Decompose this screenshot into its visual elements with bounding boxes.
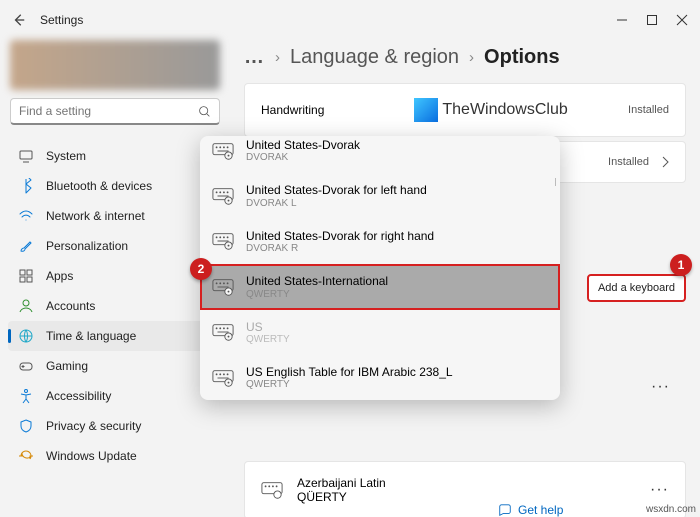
sidebar-item-label: System: [46, 149, 86, 163]
status-badge: Installed: [628, 104, 669, 116]
bluetooth-icon: [18, 178, 34, 194]
keyboard-option[interactable]: United States-Dvorak for right handDVORA…: [200, 219, 560, 264]
sidebar-item-system[interactable]: System: [8, 141, 222, 171]
keyboard-icon: [212, 142, 234, 160]
globe-icon: [18, 328, 34, 344]
keyboard-option[interactable]: United States-InternationalQWERTY: [200, 264, 560, 309]
help-icon: [498, 503, 512, 517]
sidebar-item-label: Personalization: [46, 239, 128, 253]
maximize-icon[interactable]: [646, 14, 658, 26]
sidebar-item-label: Apps: [46, 269, 73, 283]
sidebar-item-privacy-security[interactable]: Privacy & security: [8, 411, 222, 441]
sidebar-item-label: Accessibility: [46, 389, 111, 403]
keyboard-name: United States-Dvorak for left hand: [246, 183, 427, 197]
keyboard-layout: DVORAK R: [246, 243, 434, 254]
sidebar-item-time-language[interactable]: Time & language: [8, 321, 222, 351]
keyboard-layout: QWERTY: [246, 379, 453, 390]
sidebar-item-label: Network & internet: [46, 209, 145, 223]
sidebar-item-label: Gaming: [46, 359, 88, 373]
keyboard-dropdown: United States-DvorakDVORAKUnited States-…: [200, 136, 560, 400]
more-icon[interactable]: ···: [650, 481, 669, 499]
handwriting-card[interactable]: Handwriting TheWindowsClub Installed: [244, 83, 686, 137]
wifi-icon: [18, 208, 34, 224]
keyboard-name: US English Table for IBM Arabic 238_L: [246, 365, 453, 379]
card-label: Handwriting: [261, 103, 324, 117]
callout-2: 2: [190, 258, 212, 280]
keyboard-name: United States-Dvorak for right hand: [246, 229, 434, 243]
watermark-logo: TheWindowsClub: [414, 98, 567, 122]
breadcrumb-ellipsis[interactable]: …: [244, 46, 265, 69]
breadcrumb: … › Language & region › Options: [244, 46, 686, 69]
sidebar-item-accessibility[interactable]: Accessibility: [8, 381, 222, 411]
keyboard-option[interactable]: United States-Dvorak for left handDVORAK…: [200, 173, 560, 218]
back-icon[interactable]: [12, 13, 26, 27]
logo-text: TheWindowsClub: [442, 101, 567, 119]
sidebar-item-gaming[interactable]: Gaming: [8, 351, 222, 381]
scrollbar[interactable]: [555, 178, 556, 186]
sidebar-item-label: Time & language: [46, 329, 136, 343]
sidebar-item-accounts[interactable]: Accounts: [8, 291, 222, 321]
keyboard-name: US: [246, 320, 290, 334]
accessibility-icon: [18, 388, 34, 404]
watermark: wsxdn.com: [646, 504, 696, 515]
nav-list: System Bluetooth & devices Network & inter…: [8, 141, 222, 471]
keyboard-layout: QWERTY: [246, 334, 290, 345]
keyboard-icon: [212, 187, 234, 205]
chevron-right-icon: ›: [469, 49, 474, 66]
keyboard-layout: DVORAK L: [246, 198, 427, 209]
keyboard-option[interactable]: United States-DvorakDVORAK: [200, 136, 560, 173]
breadcrumb-current: Options: [484, 46, 560, 69]
chevron-right-icon: [661, 156, 669, 168]
keyboard-name: United States-Dvorak: [246, 138, 360, 152]
title-bar: Settings: [0, 0, 700, 40]
window-buttons: [616, 14, 688, 26]
add-keyboard-button[interactable]: Add a keyboard: [587, 274, 686, 302]
callout-1: 1: [670, 254, 692, 276]
update-icon: [18, 448, 34, 464]
keyboard-name: United States-International: [246, 274, 388, 288]
sidebar-item-label: Windows Update: [46, 449, 137, 463]
keyboard-icon: [212, 278, 234, 296]
more-icon[interactable]: ···: [651, 378, 670, 396]
keyboard-icon: [261, 481, 283, 499]
help-label: Get help: [518, 503, 563, 517]
minimize-icon[interactable]: [616, 14, 628, 26]
close-icon[interactable]: [676, 14, 688, 26]
keyboard-option: USQWERTY: [200, 310, 560, 355]
shield-icon: [18, 418, 34, 434]
search-icon: [198, 105, 211, 118]
search-input[interactable]: [19, 104, 198, 118]
keyboard-layout: QWERTY: [246, 289, 388, 300]
profile-blur: [10, 40, 220, 90]
keyboard-icon: [212, 232, 234, 250]
sidebar-item-label: Bluetooth & devices: [46, 179, 152, 193]
gaming-icon: [18, 358, 34, 374]
apps-icon: [18, 268, 34, 284]
sidebar-item-personalization[interactable]: Personalization: [8, 231, 222, 261]
status-badge: Installed: [608, 156, 649, 168]
keyboard-icon: [212, 369, 234, 387]
window-title: Settings: [40, 13, 616, 27]
account-icon: [18, 298, 34, 314]
sidebar-item-label: Accounts: [46, 299, 95, 313]
logo-square-icon: [414, 98, 438, 122]
get-help-link[interactable]: Get help: [498, 503, 563, 517]
sidebar-item-label: Privacy & security: [46, 419, 141, 433]
keyboard-option[interactable]: US English Table for IBM Arabic 238_LQWE…: [200, 355, 560, 400]
sidebar-item-bluetooth-devices[interactable]: Bluetooth & devices: [8, 171, 222, 201]
keyboard-name: Azerbaijani Latin: [297, 476, 386, 490]
breadcrumb-item[interactable]: Language & region: [290, 46, 459, 69]
search-box[interactable]: [10, 98, 220, 125]
keyboard-icon: [212, 323, 234, 341]
system-icon: [18, 148, 34, 164]
brush-icon: [18, 238, 34, 254]
keyboard-row[interactable]: Azerbaijani Latin QÜERTY ···: [244, 461, 686, 517]
sidebar-item-network-internet[interactable]: Network & internet: [8, 201, 222, 231]
keyboard-layout: DVORAK: [246, 152, 360, 163]
sidebar-item-windows-update[interactable]: Windows Update: [8, 441, 222, 471]
keyboard-layout: QÜERTY: [297, 490, 386, 504]
chevron-right-icon: ›: [275, 49, 280, 66]
